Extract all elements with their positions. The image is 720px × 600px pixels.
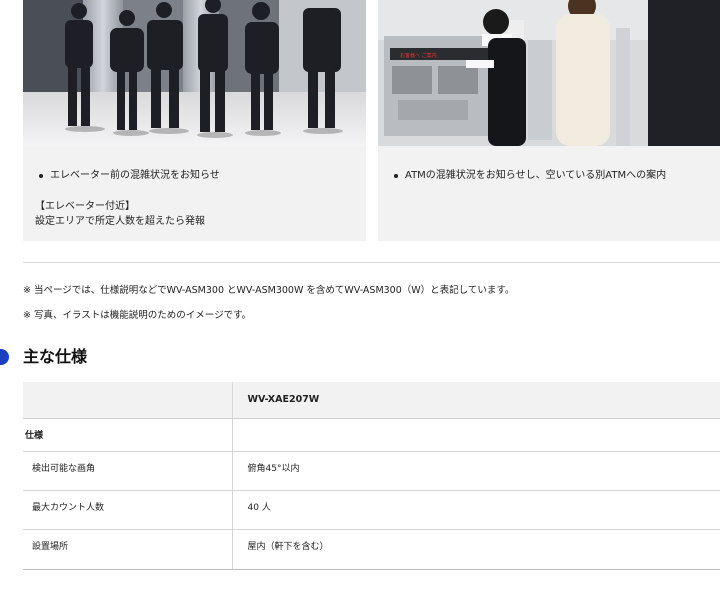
atm-display-text: お客様へ ご案内: [400, 52, 437, 59]
spec-header-empty-cell: [23, 382, 233, 419]
note-model-naming: ※ 当ページでは、仕様説明などでWV-ASM300 とWV-ASM300W を含…: [23, 285, 515, 296]
spec-category-label: 仕様: [23, 418, 233, 452]
elevator-bullet: エレベーター前の混雑状況をお知らせ: [35, 168, 354, 183]
elevator-sub-text: 設定エリアで所定人数を超えたら発報: [35, 216, 205, 227]
spec-row-value: 40 人: [232, 490, 720, 530]
spec-model-header: WV-XAE207W: [232, 382, 720, 419]
spec-table-header: WV-XAE207W: [23, 382, 720, 419]
elevator-sub-heading: 【エレベーター付近】: [35, 201, 135, 212]
spec-row-label: 最大カウント人数: [23, 490, 233, 530]
spec-row-label: 設置場所: [23, 529, 233, 570]
table-row: 検出可能な画角 俯角45°以内: [23, 451, 720, 491]
use-case-cards: エレベーター前の混雑状況をお知らせ 【エレベーター付近】 設定エリアで所定人数を…: [23, 0, 720, 242]
spec-row-label: 検出可能な画角: [23, 451, 233, 491]
spec-section-title: 主な仕様: [23, 347, 88, 366]
use-case-card-atm: お客様へ ご案内 ATMの混雑状況をお知らせし、空いている別ATMへの案内: [378, 0, 720, 241]
table-row: 最大カウント人数 40 人: [23, 490, 720, 530]
spec-row-value: 屋内（軒下を含む）: [232, 529, 720, 570]
section-title-dot-icon: [0, 349, 9, 365]
table-row: 設置場所 屋内（軒下を含む）: [23, 529, 720, 570]
atm-bullet: ATMの混雑状況をお知らせし、空いている別ATMへの案内: [390, 168, 708, 183]
elevator-photo: [23, 0, 366, 146]
atm-photo: お客様へ ご案内: [378, 0, 720, 146]
elevator-card-text: エレベーター前の混雑状況をお知らせ 【エレベーター付近】 設定エリアで所定人数を…: [23, 146, 366, 229]
atm-card-text: ATMの混雑状況をお知らせし、空いている別ATMへの案内: [378, 146, 720, 183]
use-case-card-elevator: エレベーター前の混雑状況をお知らせ 【エレベーター付近】 設定エリアで所定人数を…: [23, 0, 366, 241]
spec-category-row: 仕様: [23, 418, 720, 452]
spec-category-value: [232, 418, 720, 452]
note-image-disclaimer: ※ 写真、イラストは機能説明のためのイメージです。: [23, 310, 252, 321]
section-divider: [23, 262, 720, 263]
spec-table: WV-XAE207W 仕様 検出可能な画角 俯角45°以内 最大カウント人数 4…: [23, 382, 720, 570]
spec-row-value: 俯角45°以内: [232, 451, 720, 491]
